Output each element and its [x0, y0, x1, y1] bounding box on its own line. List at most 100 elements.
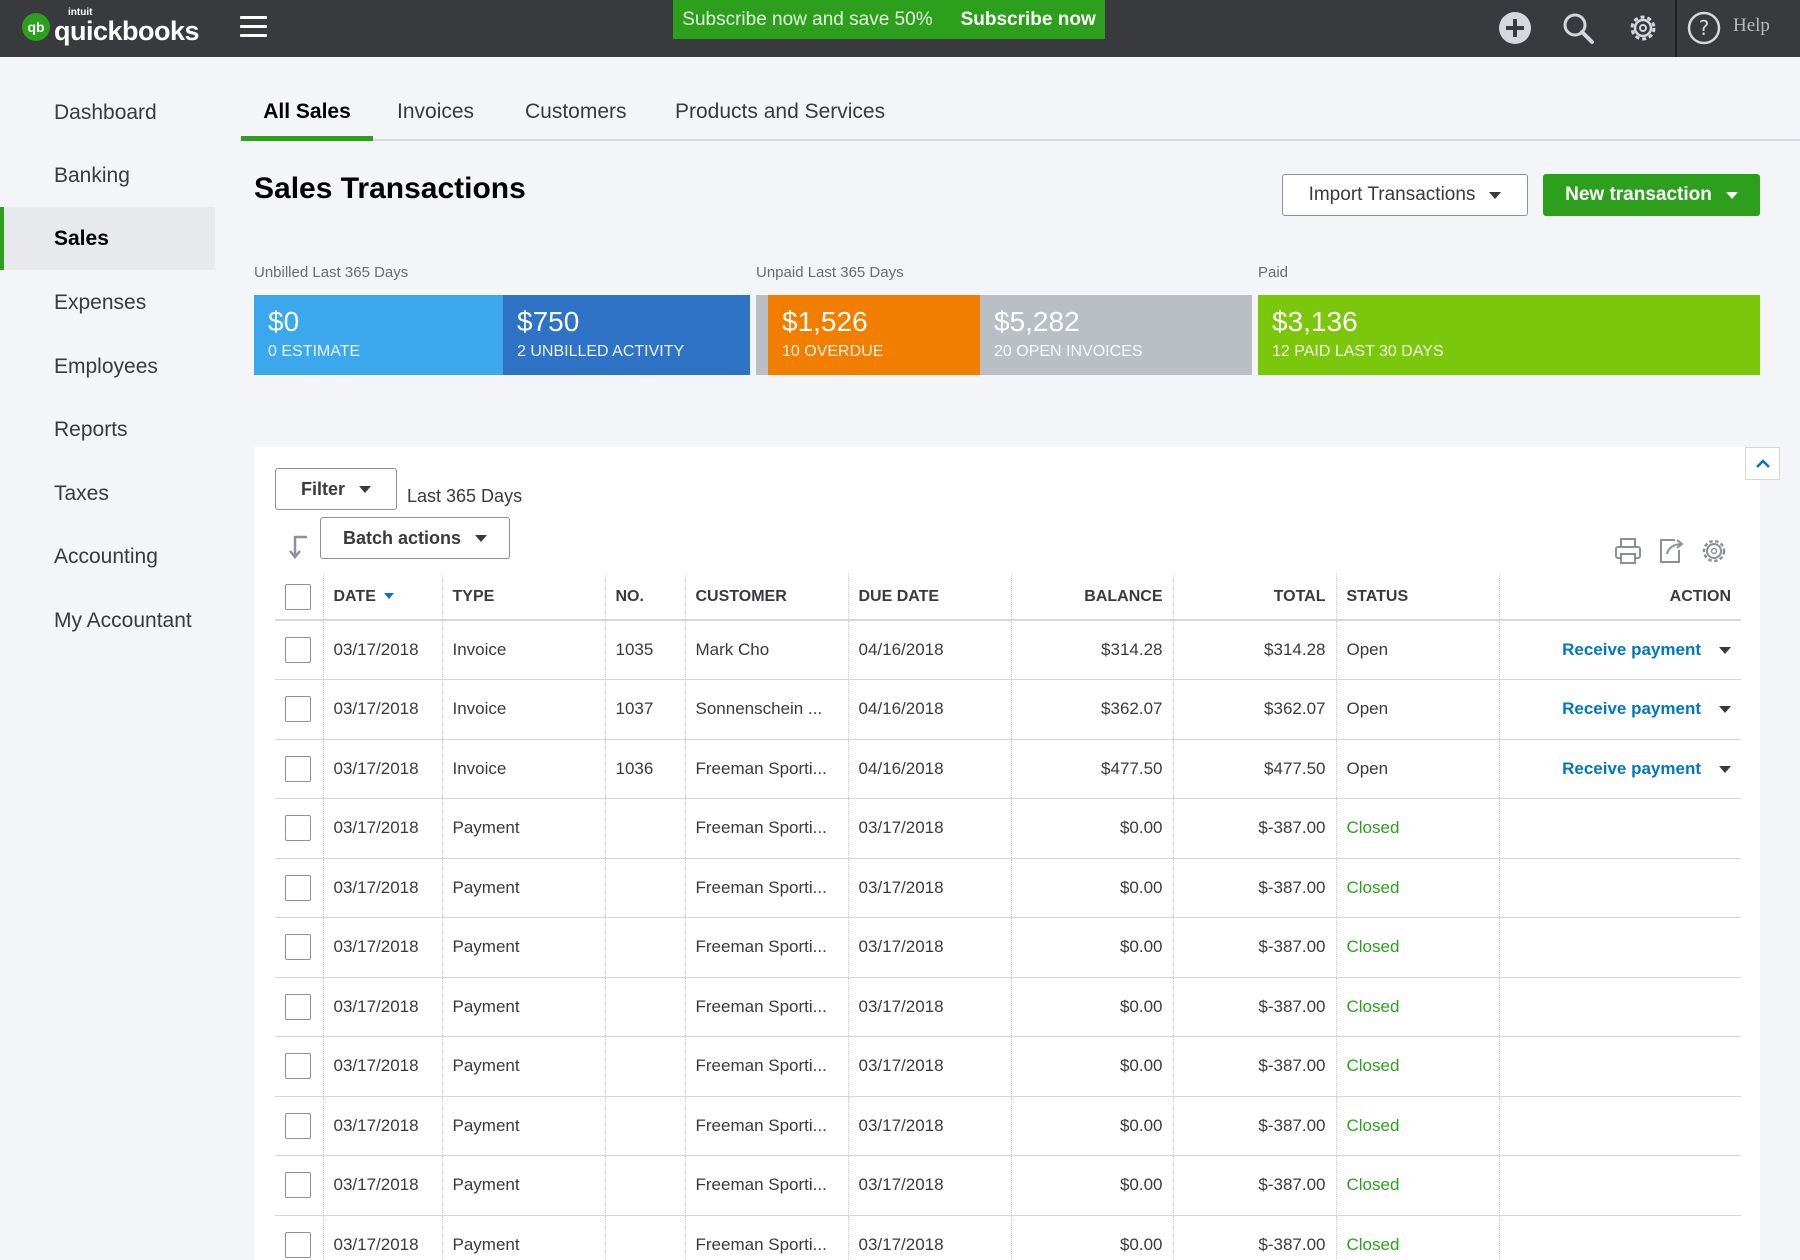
unbilled-activity-amount: $750: [517, 306, 579, 338]
sidebar-item-banking[interactable]: Banking: [0, 144, 215, 207]
receive-payment-link[interactable]: Receive payment: [1562, 640, 1701, 659]
sidebar-item-my-accountant[interactable]: My Accountant: [0, 589, 215, 652]
column-header-customer[interactable]: CUSTOMER: [685, 574, 848, 620]
column-header-date[interactable]: DATE: [323, 574, 442, 620]
table-row[interactable]: 03/17/2018 Payment Freeman Sporti... 03/…: [275, 1156, 1741, 1216]
sort-desc-icon: [384, 593, 394, 599]
row-checkbox[interactable]: [285, 1053, 311, 1079]
cell-status: Closed: [1336, 858, 1499, 918]
cell-no: [605, 799, 685, 859]
select-all-checkbox[interactable]: [285, 584, 311, 610]
receive-payment-link[interactable]: Receive payment: [1562, 699, 1701, 718]
chevron-down-icon: [475, 535, 487, 542]
estimate-count: 0 ESTIMATE: [268, 343, 360, 361]
money-bar-estimate[interactable]: $0 0 ESTIMATE: [254, 295, 503, 375]
receive-payment-link[interactable]: Receive payment: [1562, 759, 1701, 778]
cell-action: [1499, 1037, 1741, 1097]
import-transactions-button[interactable]: Import Transactions: [1282, 174, 1528, 216]
help-label[interactable]: Help: [1733, 15, 1770, 37]
sidebar-item-taxes[interactable]: Taxes: [0, 462, 215, 525]
row-checkbox[interactable]: [285, 875, 311, 901]
sidebar-item-reports[interactable]: Reports: [0, 398, 215, 461]
cell-action: [1499, 977, 1741, 1037]
plus-circle-icon[interactable]: [1497, 10, 1533, 46]
cell-total: $-387.00: [1173, 1096, 1336, 1156]
chevron-down-icon[interactable]: [1719, 706, 1731, 713]
subscribe-now-link[interactable]: Subscribe now: [961, 9, 1096, 31]
tab-invoices[interactable]: Invoices: [397, 88, 474, 141]
row-checkbox[interactable]: [285, 994, 311, 1020]
cell-balance: $0.00: [1011, 1096, 1173, 1156]
table-row[interactable]: 03/17/2018 Payment Freeman Sporti... 03/…: [275, 918, 1741, 978]
sidebar-item-dashboard[interactable]: Dashboard: [0, 81, 215, 144]
help-circle-icon[interactable]: ?: [1686, 10, 1722, 46]
table-row[interactable]: 03/17/2018 Invoice 1035 Mark Cho 04/16/2…: [275, 620, 1741, 680]
table-row[interactable]: 03/17/2018 Payment Freeman Sporti... 03/…: [275, 1215, 1741, 1260]
print-icon[interactable]: [1613, 536, 1643, 566]
row-checkbox[interactable]: [285, 815, 311, 841]
sidebar-item-expenses[interactable]: Expenses: [0, 271, 215, 334]
tab-all-sales[interactable]: All Sales: [241, 88, 373, 141]
batch-actions-button[interactable]: Batch actions: [320, 517, 510, 559]
cell-balance: $0.00: [1011, 918, 1173, 978]
quickbooks-logo[interactable]: qb intuit quickbooks: [22, 8, 199, 45]
sidebar-item-employees[interactable]: Employees: [0, 335, 215, 398]
table-settings-gear-icon[interactable]: [1699, 536, 1729, 566]
money-bar-paid[interactable]: $3,136 12 PAID LAST 30 DAYS: [1258, 295, 1760, 375]
money-bar-overdue[interactable]: $1,526 10 OVERDUE: [768, 295, 980, 375]
row-checkbox[interactable]: [285, 1172, 311, 1198]
sidebar-item-sales[interactable]: Sales: [0, 207, 215, 270]
new-transaction-label: New transaction: [1565, 184, 1712, 206]
column-header-type[interactable]: TYPE: [442, 574, 605, 620]
cell-no: 1035: [605, 620, 685, 680]
cell-balance: $314.28: [1011, 620, 1173, 680]
hamburger-menu-icon[interactable]: [240, 16, 267, 38]
collapse-button[interactable]: [1745, 447, 1780, 480]
cell-no: [605, 977, 685, 1037]
column-header-due-date[interactable]: DUE DATE: [848, 574, 1011, 620]
table-row[interactable]: 03/17/2018 Payment Freeman Sporti... 03/…: [275, 858, 1741, 918]
column-header-balance[interactable]: BALANCE: [1011, 574, 1173, 620]
column-header-total[interactable]: TOTAL: [1173, 574, 1336, 620]
table-row[interactable]: 03/17/2018 Invoice 1036 Freeman Sporti..…: [275, 739, 1741, 799]
cell-action: Receive payment: [1499, 739, 1741, 799]
sidebar: Dashboard Banking Sales Expenses Employe…: [0, 57, 215, 1260]
table-row[interactable]: 03/17/2018 Invoice 1037 Sonnenschein ...…: [275, 680, 1741, 740]
money-bar-open-invoices[interactable]: $5,282 20 OPEN INVOICES: [980, 295, 1252, 375]
row-checkbox[interactable]: [285, 934, 311, 960]
chevron-down-icon[interactable]: [1719, 647, 1731, 654]
cell-date: 03/17/2018: [323, 620, 442, 680]
new-transaction-button[interactable]: New transaction: [1543, 174, 1760, 216]
qb-badge-icon: qb: [22, 13, 50, 41]
row-checkbox[interactable]: [285, 696, 311, 722]
cell-due-date: 03/17/2018: [848, 1215, 1011, 1260]
row-checkbox[interactable]: [285, 1232, 311, 1258]
search-icon[interactable]: [1560, 10, 1596, 46]
row-checkbox[interactable]: [285, 1113, 311, 1139]
chevron-down-icon[interactable]: [1719, 766, 1731, 773]
table-row[interactable]: 03/17/2018 Payment Freeman Sporti... 03/…: [275, 977, 1741, 1037]
cell-total: $314.28: [1173, 620, 1336, 680]
column-header-status[interactable]: STATUS: [1336, 574, 1499, 620]
row-checkbox[interactable]: [285, 637, 311, 663]
paid-amount: $3,136: [1272, 306, 1358, 338]
tab-customers[interactable]: Customers: [525, 88, 627, 141]
filter-button[interactable]: Filter: [275, 468, 397, 510]
cell-status: Closed: [1336, 1156, 1499, 1216]
paid-count: 12 PAID LAST 30 DAYS: [1272, 343, 1444, 361]
export-icon[interactable]: [1655, 536, 1685, 566]
cell-balance: $0.00: [1011, 799, 1173, 859]
cell-balance: $0.00: [1011, 1037, 1173, 1097]
gear-icon[interactable]: [1625, 10, 1661, 46]
cell-total: $-387.00: [1173, 1037, 1336, 1097]
sort-arrow-icon[interactable]: [289, 534, 311, 560]
table-row[interactable]: 03/17/2018 Payment Freeman Sporti... 03/…: [275, 1037, 1741, 1097]
table-row[interactable]: 03/17/2018 Payment Freeman Sporti... 03/…: [275, 799, 1741, 859]
column-header-no[interactable]: NO.: [605, 574, 685, 620]
promo-banner: Subscribe now and save 50% Subscribe now: [673, 0, 1105, 39]
row-checkbox[interactable]: [285, 756, 311, 782]
table-row[interactable]: 03/17/2018 Payment Freeman Sporti... 03/…: [275, 1096, 1741, 1156]
money-bar-unbilled-activity[interactable]: $750 2 UNBILLED ACTIVITY: [503, 295, 750, 375]
sidebar-item-accounting[interactable]: Accounting: [0, 525, 215, 588]
tab-products-and-services[interactable]: Products and Services: [675, 88, 885, 141]
